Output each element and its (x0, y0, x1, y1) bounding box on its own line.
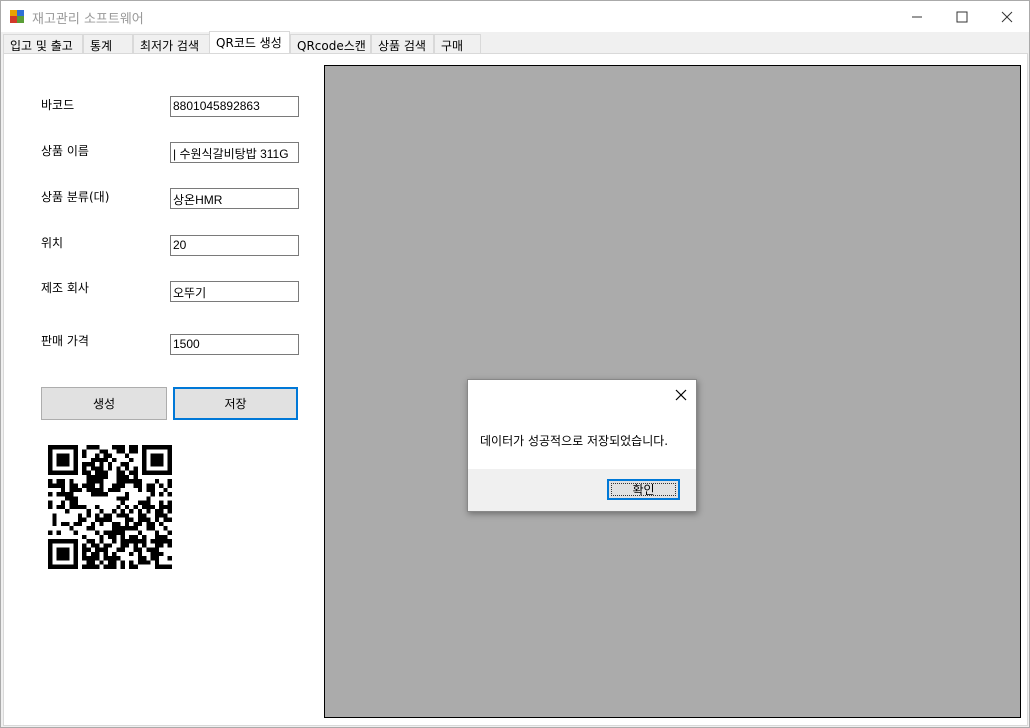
product-name-label: 상품 이름 (41, 144, 89, 158)
title-bar[interactable]: 재고관리 소프트웨어 (1, 1, 1029, 32)
close-icon (1001, 11, 1013, 22)
app-window: 재고관리 소프트웨어 입고 및 출고 통계 최저가 검색 QR코드 생성 QRc… (0, 0, 1030, 728)
location-field[interactable]: 20 (170, 235, 299, 256)
price-label: 판매 가격 (41, 334, 89, 348)
qr-code-image (48, 445, 172, 569)
tab-qr-scan[interactable]: QRcode스캔 (290, 34, 371, 53)
close-icon (675, 389, 687, 401)
minimize-icon (912, 16, 922, 17)
tab-lowest-price[interactable]: 최저가 검색 (133, 34, 210, 53)
category-label: 상품 분류(대) (41, 190, 110, 204)
generate-button[interactable]: 생성 (41, 387, 167, 420)
maximize-icon (956, 11, 968, 22)
tab-product-search[interactable]: 상품 검색 (371, 34, 434, 53)
price-field[interactable]: 1500 (170, 334, 299, 355)
category-field[interactable]: 상온HMR (170, 188, 299, 209)
close-button[interactable] (984, 1, 1030, 32)
product-name-field[interactable]: | 수원식갈비탕밥 311G (170, 142, 299, 163)
barcode-field[interactable]: 8801045892863 (170, 96, 299, 117)
message-dialog: 데이터가 성공적으로 저장되었습니다. 확인 (467, 379, 697, 512)
dialog-footer: 확인 (468, 469, 696, 511)
dialog-ok-button[interactable]: 확인 (607, 479, 680, 500)
location-label: 위치 (41, 236, 64, 250)
manufacturer-field[interactable]: 오뚜기 (170, 281, 299, 302)
app-icon (10, 10, 24, 23)
tab-strip: 입고 및 출고 통계 최저가 검색 QR코드 생성 QRcode스캔 상품 검색… (3, 31, 1029, 53)
tab-stock-in-out[interactable]: 입고 및 출고 (3, 34, 83, 53)
window-title: 재고관리 소프트웨어 (32, 12, 144, 27)
dialog-message: 데이터가 성공적으로 저장되었습니다. (480, 434, 669, 448)
tab-purchase[interactable]: 구매 (434, 34, 481, 53)
barcode-label: 바코드 (41, 98, 75, 112)
minimize-button[interactable] (894, 1, 940, 32)
manufacturer-label: 제조 회사 (41, 281, 89, 295)
dialog-close-button[interactable] (672, 386, 690, 404)
save-button[interactable]: 저장 (173, 387, 298, 420)
tab-qr-generate[interactable]: QR코드 생성 (209, 31, 290, 53)
tab-statistics[interactable]: 통계 (83, 34, 133, 53)
maximize-button[interactable] (939, 1, 985, 32)
